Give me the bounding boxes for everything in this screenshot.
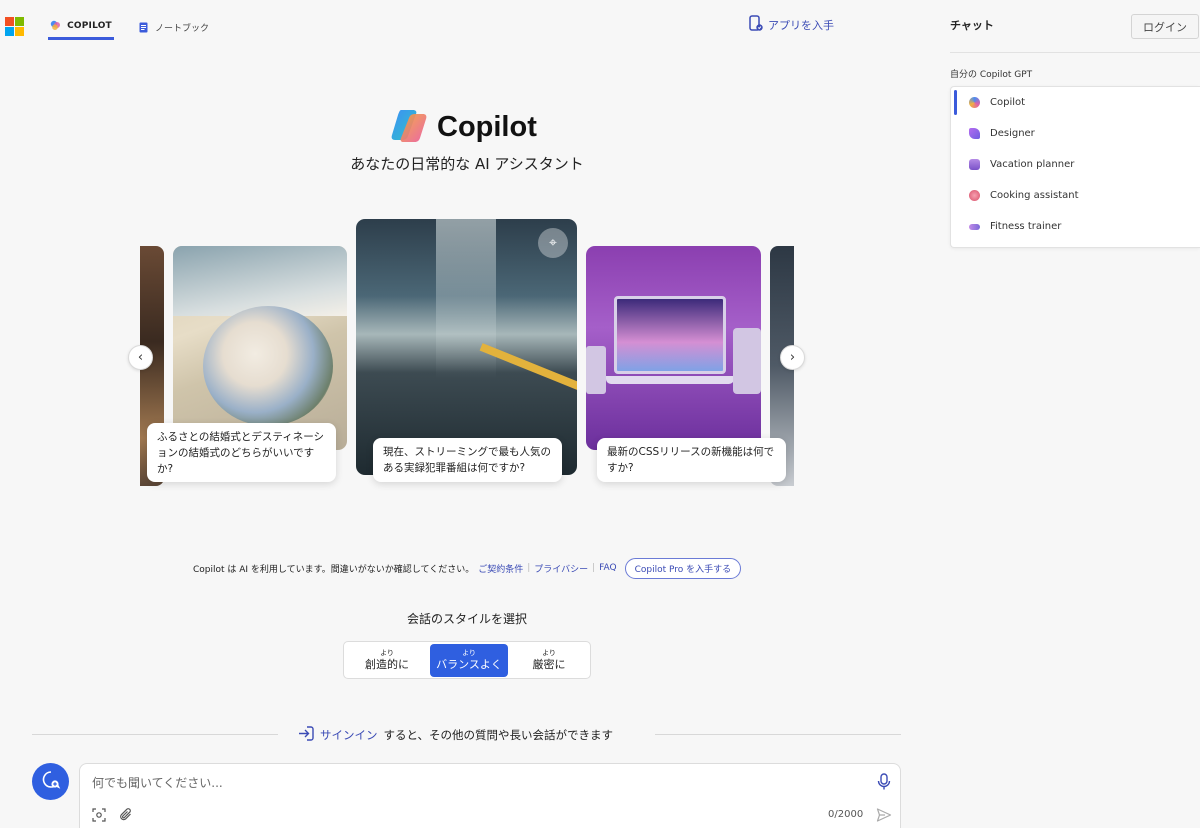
- signin-icon: [298, 726, 314, 744]
- chat-panel-title: チャット: [950, 19, 994, 32]
- signin-link[interactable]: サインイン: [320, 727, 378, 743]
- carousel-next-button[interactable]: ›: [780, 345, 805, 370]
- send-icon[interactable]: [876, 807, 892, 823]
- faq-link[interactable]: FAQ: [599, 563, 616, 573]
- fitness-icon: [969, 223, 980, 230]
- tab-notebook[interactable]: ノートブック: [138, 14, 209, 40]
- carousel-card-wedding[interactable]: [173, 246, 347, 450]
- carousel-prev-button[interactable]: ‹: [128, 345, 153, 370]
- chevron-left-icon: ‹: [137, 350, 144, 365]
- copilot-icon: [969, 97, 980, 108]
- card-image-base: [606, 376, 734, 384]
- style-precise-button[interactable]: より 厳密に: [510, 644, 588, 677]
- disclaimer-text: Copilot は AI を利用しています。間違いがないか確認してください。: [193, 564, 475, 575]
- image-search-icon[interactable]: [91, 807, 107, 823]
- style-balanced-button[interactable]: より バランスよく: [430, 644, 508, 677]
- carousel-card-crime[interactable]: ⌖: [356, 219, 577, 475]
- style-selector: より 創造的に より バランスよく より 厳密に: [343, 641, 591, 679]
- tab-copilot[interactable]: COPILOT: [48, 14, 114, 40]
- disclaimer-bar: Copilot は AI を利用しています。間違いがないか確認してください。 ご…: [193, 557, 742, 579]
- style-prefix: より: [380, 649, 394, 657]
- carousel-card-laptop[interactable]: [586, 246, 761, 450]
- copilot-brand-name: Copilot: [437, 110, 537, 143]
- card-image-light: [436, 219, 496, 379]
- style-label: バランスよく: [436, 658, 502, 671]
- style-label: 創造的に: [365, 658, 409, 671]
- card-image-screen: [614, 296, 726, 374]
- gpt-list: Copilot Designer Vacation planner Cookin…: [950, 86, 1200, 248]
- gpt-item-fitness-trainer[interactable]: Fitness trainer: [951, 211, 1200, 242]
- card-image-tablet: [733, 328, 761, 394]
- separator: |: [592, 563, 596, 573]
- separator: |: [527, 563, 531, 573]
- gpt-item-label: Fitness trainer: [990, 221, 1062, 232]
- divider-line: [32, 734, 278, 735]
- tab-notebook-label: ノートブック: [155, 23, 210, 34]
- gpt-item-label: Copilot: [990, 97, 1026, 108]
- visual-search-icon[interactable]: ⌖: [538, 228, 568, 258]
- login-button[interactable]: ログイン: [1131, 14, 1199, 39]
- character-counter: 0/2000: [828, 809, 864, 820]
- terms-link[interactable]: ご契約条件: [478, 562, 523, 575]
- chevron-right-icon: ›: [789, 350, 796, 365]
- notebook-icon: [138, 22, 149, 33]
- card-image-bouquet: [203, 306, 333, 426]
- signin-text: すると、その他の質問や長い会話ができます: [383, 728, 614, 742]
- gpt-item-vacation-planner[interactable]: Vacation planner: [951, 149, 1200, 180]
- gpt-item-copilot[interactable]: Copilot: [951, 87, 1200, 118]
- get-app-button[interactable]: アプリを入手: [749, 15, 834, 35]
- gpt-item-label: Vacation planner: [990, 159, 1075, 170]
- chat-input[interactable]: [92, 773, 852, 793]
- gpt-item-designer[interactable]: Designer: [951, 118, 1200, 149]
- style-creative-button[interactable]: より 創造的に: [348, 644, 426, 677]
- composer: 0/2000: [79, 763, 901, 828]
- get-app-label: アプリを入手: [768, 19, 834, 32]
- my-gpts-label: 自分の Copilot GPT: [950, 70, 1033, 80]
- gpt-item-label: Designer: [990, 128, 1035, 139]
- carousel-caption[interactable]: 最新のCSSリリースの新機能は何ですか?: [597, 438, 786, 482]
- microphone-icon[interactable]: [877, 773, 891, 791]
- vacation-icon: [969, 159, 980, 170]
- style-prefix: より: [542, 649, 556, 657]
- copilot-icon: [50, 20, 61, 31]
- card-image-phone: [586, 346, 606, 394]
- copilot-brand: Copilot: [391, 108, 537, 146]
- get-copilot-pro-button[interactable]: Copilot Pro を入手する: [624, 557, 742, 579]
- privacy-link[interactable]: プライバシー: [534, 562, 588, 575]
- new-chat-icon: [41, 770, 61, 794]
- tab-copilot-label: COPILOT: [67, 20, 112, 31]
- carousel-caption[interactable]: ふるさとの結婚式とデスティネーションの結婚式のどちらがいいですか?: [147, 423, 336, 482]
- new-topic-button[interactable]: [32, 763, 69, 800]
- gpt-item-label: Cooking assistant: [990, 190, 1079, 201]
- divider-line: [655, 734, 901, 735]
- designer-icon: [969, 128, 980, 139]
- carousel-caption[interactable]: 現在、ストリーミングで最も人気のある実録犯罪番組は何ですか?: [373, 438, 562, 482]
- hero-subtitle: あなたの日常的な AI アシスタント: [350, 155, 584, 173]
- style-selector-title: 会話のスタイルを選択: [406, 612, 527, 626]
- phone-icon: [749, 15, 763, 35]
- microsoft-logo-icon[interactable]: [5, 17, 24, 36]
- copilot-logo-icon: [391, 108, 427, 146]
- style-prefix: より: [462, 649, 476, 657]
- style-label: 厳密に: [532, 658, 566, 671]
- panel-divider: [950, 52, 1200, 53]
- gpt-item-cooking-assistant[interactable]: Cooking assistant: [951, 180, 1200, 211]
- signin-prompt: サインイン すると、その他の質問や長い会話ができます: [298, 726, 613, 744]
- attachment-icon[interactable]: [118, 807, 134, 823]
- cooking-icon: [969, 190, 980, 201]
